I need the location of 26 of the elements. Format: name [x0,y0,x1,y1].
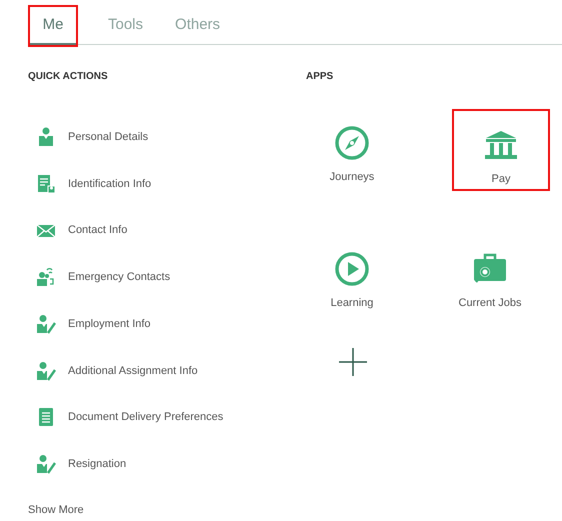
section-heading: APPS [306,70,334,84]
app-tile[interactable]: Current Jobs [440,235,540,317]
tab[interactable]: Me [30,7,76,45]
quick-action-link[interactable]: Identification Info [28,160,278,208]
app-tile[interactable]: Journeys [302,109,402,191]
play-icon [334,251,370,287]
quick-action-link[interactable]: Contact Info [28,207,278,254]
app-tile[interactable]: Pay [452,109,550,191]
quick-action-link[interactable]: Emergency Contacts [28,254,278,301]
person-icon [36,127,56,148]
document-icon [36,407,56,428]
people-icon [36,267,56,288]
compass-icon [334,125,370,161]
person-pencil-icon [36,314,56,334]
app-tile[interactable]: Learning [302,235,402,317]
quick-action-link[interactable]: Resignation [28,440,278,488]
quick-action-link[interactable]: Document Delivery Preferences [28,394,278,441]
quick-action-link[interactable]: Employment Info [28,300,278,348]
show-more-link[interactable]: Show More [28,502,278,518]
person-pencil-icon [36,360,56,381]
quick-action-link[interactable]: Additional Assignment Info [28,347,278,394]
document-icon [36,174,56,194]
section-heading: QUICK ACTIONS [28,70,109,84]
quick-action-link[interactable]: Personal Details [28,114,278,161]
person-pencil-icon [36,454,56,474]
add-icon[interactable] [338,347,368,377]
